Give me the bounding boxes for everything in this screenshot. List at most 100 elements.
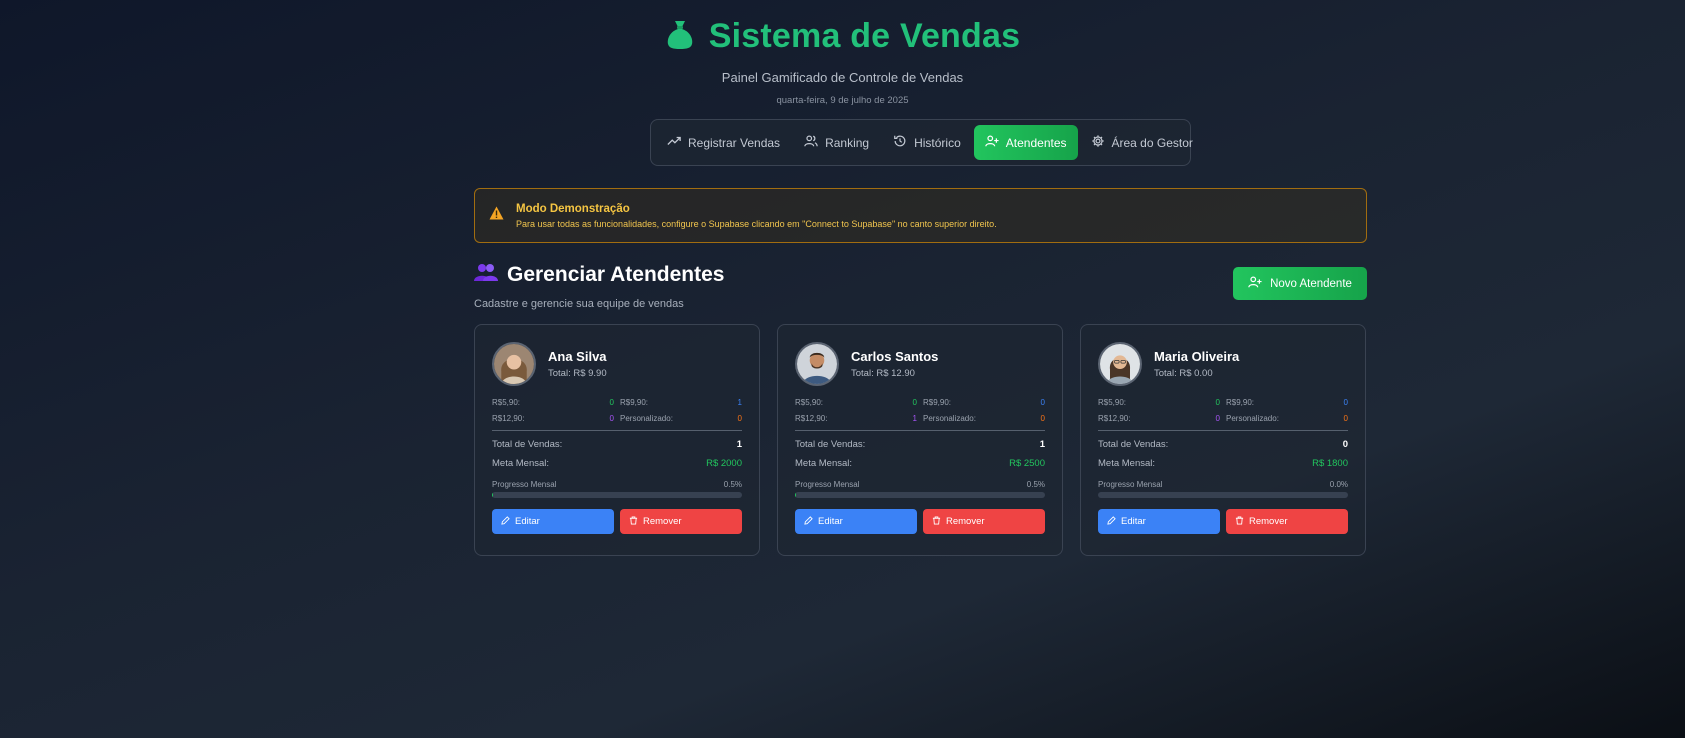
total-sales-value: 1 <box>736 439 742 450</box>
progress-fill <box>795 492 797 498</box>
monthly-goal-value: R$ 2000 <box>706 458 742 469</box>
tab-historico[interactable]: Histórico <box>882 125 972 160</box>
avatar <box>795 342 839 386</box>
price-590-row: R$5,90: 0 <box>1098 398 1220 407</box>
price-label: Personalizado: <box>620 414 673 423</box>
divider <box>492 430 742 431</box>
price-label: R$12,90: <box>492 414 525 423</box>
remove-label: Remover <box>946 516 985 527</box>
card-actions: Editar Remover <box>492 509 742 534</box>
progress-label: Progresso Mensal <box>492 480 557 489</box>
progress-header: Progresso Mensal 0.5% <box>795 480 1045 489</box>
attendant-card: Ana Silva Total: R$ 9.90 R$5,90: 0 R$9,90… <box>474 324 760 556</box>
price-1290-row: R$12,90: 1 <box>795 414 917 423</box>
monthly-goal-label: Meta Mensal: <box>492 458 550 469</box>
card-header: Carlos Santos Total: R$ 12.90 <box>795 342 1045 386</box>
monthly-goal-row: Meta Mensal: R$ 2500 <box>795 458 1045 469</box>
sales-breakdown: R$5,90: 0 R$9,90: 1 R$12,90: 0 Personalizad… <box>492 398 742 423</box>
tab-atendentes[interactable]: Atendentes <box>973 125 1078 160</box>
progress-header: Progresso Mensal 0.0% <box>1098 480 1348 489</box>
new-attendant-button[interactable]: Novo Atendente <box>1233 267 1367 300</box>
attendant-name: Carlos Santos <box>851 349 939 364</box>
new-attendant-label: Novo Atendente <box>1270 277 1352 290</box>
users-icon <box>804 134 818 151</box>
custom-price-row: Personalizado: 0 <box>1226 414 1348 423</box>
total-sales-value: 1 <box>1039 439 1045 450</box>
progress-bar <box>492 492 742 498</box>
divider <box>795 430 1045 431</box>
user-plus-icon <box>985 134 999 151</box>
card-actions: Editar Remover <box>795 509 1045 534</box>
history-icon <box>893 134 907 151</box>
attendant-card: Maria Oliveira Total: R$ 0.00 R$5,90: 0 R… <box>1080 324 1366 556</box>
price-count: 0 <box>737 414 742 423</box>
attendant-total: Total: R$ 12.90 <box>851 368 915 379</box>
price-count: 0 <box>1040 414 1045 423</box>
edit-button[interactable]: Editar <box>1098 509 1220 534</box>
progress-value: 0.5% <box>723 480 742 489</box>
monthly-goal-row: Meta Mensal: R$ 2000 <box>492 458 742 469</box>
page-header: Sistema de Vendas Painel Gamificado de C… <box>0 14 1685 106</box>
page-title: Sistema de Vendas <box>708 16 1021 55</box>
attendant-total: Total: R$ 0.00 <box>1154 368 1213 379</box>
progress-label: Progresso Mensal <box>795 480 860 489</box>
remove-label: Remover <box>643 516 682 527</box>
trending-up-icon <box>667 134 681 151</box>
price-count: 0 <box>1215 398 1220 407</box>
sales-breakdown: R$5,90: 0 R$9,90: 0 R$12,90: 1 Personalizad… <box>795 398 1045 423</box>
edit-button[interactable]: Editar <box>795 509 917 534</box>
section-subtitle: Cadastre e gerencie sua equipe de vendas <box>474 298 684 310</box>
attendant-total: Total: R$ 9.90 <box>548 368 607 379</box>
attendant-name: Ana Silva <box>548 349 607 364</box>
progress-bar <box>1098 492 1348 498</box>
price-count: 0 <box>1343 398 1348 407</box>
avatar <box>492 342 536 386</box>
monthly-goal-row: Meta Mensal: R$ 1800 <box>1098 458 1348 469</box>
attendant-cards: Ana Silva Total: R$ 9.90 R$5,90: 0 R$9,90… <box>474 324 1367 556</box>
progress-bar <box>795 492 1045 498</box>
price-590-row: R$5,90: 0 <box>795 398 917 407</box>
custom-price-row: Personalizado: 0 <box>923 414 1045 423</box>
title-row: Sistema de Vendas <box>0 14 1685 58</box>
progress-fill <box>492 492 494 498</box>
pencil-icon <box>804 515 813 528</box>
progress-header: Progresso Mensal 0.5% <box>492 480 742 489</box>
tab-label: Ranking <box>825 135 870 150</box>
price-label: R$5,90: <box>492 398 521 407</box>
money-bag-icon <box>665 18 695 55</box>
monthly-goal-value: R$ 2500 <box>1009 458 1045 469</box>
remove-button[interactable]: Remover <box>923 509 1045 534</box>
price-label: R$5,90: <box>795 398 824 407</box>
tab-ranking[interactable]: Ranking <box>793 125 880 160</box>
remove-button[interactable]: Remover <box>620 509 742 534</box>
alert-text: Para usar todas as funcionalidades, conf… <box>516 218 997 229</box>
monthly-goal-label: Meta Mensal: <box>1098 458 1156 469</box>
tab-label: Histórico <box>914 135 961 150</box>
attendant-name: Maria Oliveira <box>1154 349 1240 364</box>
user-plus-icon <box>1248 275 1262 292</box>
gear-icon <box>1091 134 1105 151</box>
divider <box>1098 430 1348 431</box>
edit-label: Editar <box>818 516 843 527</box>
section-header: Gerenciar Atendentes Cadastre e gerencie… <box>474 262 1367 310</box>
edit-label: Editar <box>1121 516 1146 527</box>
tab-registrar-vendas[interactable]: Registrar Vendas <box>656 125 791 160</box>
monthly-goal-label: Meta Mensal: <box>795 458 853 469</box>
price-label: R$9,90: <box>1226 398 1255 407</box>
remove-button[interactable]: Remover <box>1226 509 1348 534</box>
trash-icon <box>1235 515 1244 528</box>
price-590-row: R$5,90: 0 <box>492 398 614 407</box>
card-actions: Editar Remover <box>1098 509 1348 534</box>
progress-label: Progresso Mensal <box>1098 480 1163 489</box>
price-1290-row: R$12,90: 0 <box>492 414 614 423</box>
pencil-icon <box>1107 515 1116 528</box>
tab-area-gestor[interactable]: Área do Gestor <box>1080 125 1204 160</box>
price-label: R$9,90: <box>620 398 649 407</box>
price-990-row: R$9,90: 1 <box>620 398 742 407</box>
price-count: 0 <box>609 398 614 407</box>
tab-label: Área do Gestor <box>1111 135 1193 150</box>
remove-label: Remover <box>1249 516 1288 527</box>
total-sales-row: Total de Vendas: 1 <box>795 439 1045 450</box>
edit-button[interactable]: Editar <box>492 509 614 534</box>
card-header: Maria Oliveira Total: R$ 0.00 <box>1098 342 1348 386</box>
